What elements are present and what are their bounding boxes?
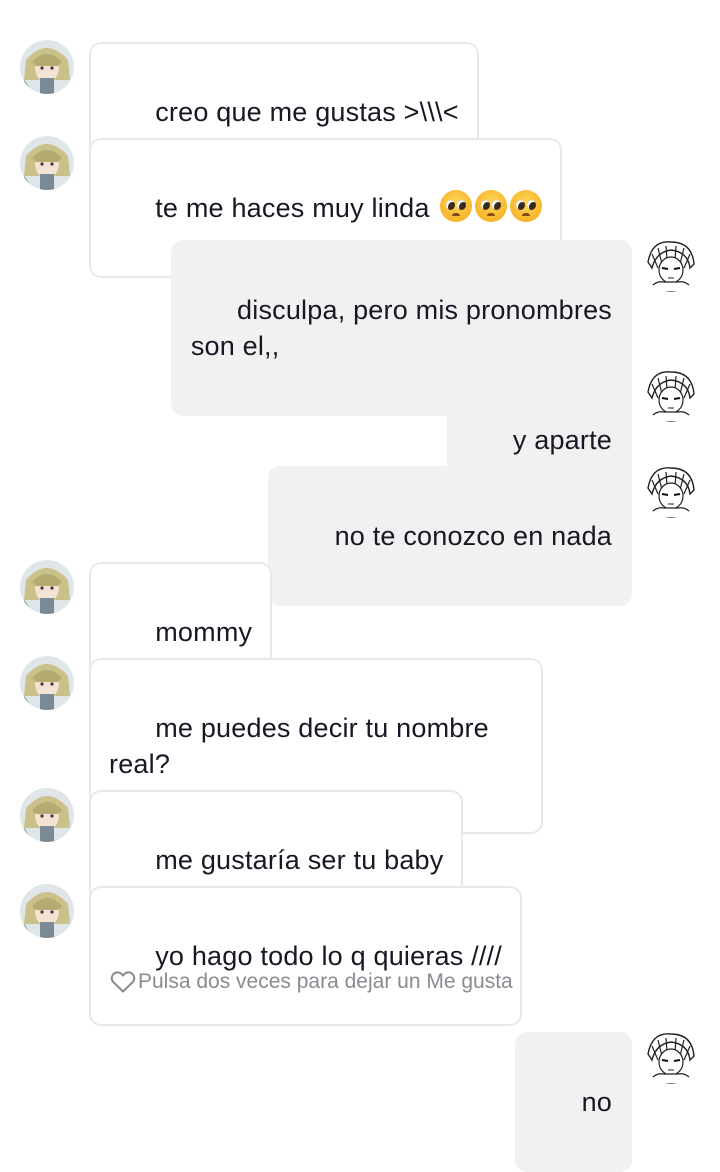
pleading-face-emoji-icon <box>440 190 473 222</box>
sender-avatar[interactable] <box>20 40 74 94</box>
anime-character-avatar-icon <box>20 136 74 190</box>
anime-character-avatar-icon <box>20 788 74 842</box>
anime-character-avatar-icon <box>20 40 74 94</box>
sender-avatar[interactable] <box>20 788 74 842</box>
own-avatar[interactable] <box>644 1030 698 1084</box>
message-text: te me haces muy linda <box>155 193 438 223</box>
message-text: y aparte <box>512 425 612 455</box>
sender-avatar[interactable] <box>20 136 74 190</box>
message-text: me puedes decir tu nombre real? <box>109 713 489 779</box>
sender-avatar[interactable] <box>20 884 74 938</box>
anime-character-avatar-icon <box>20 656 74 710</box>
like-hint-text: Pulsa dos veces para dejar un Me gusta <box>138 970 513 993</box>
own-avatar[interactable] <box>644 368 698 422</box>
manga-character-avatar-icon <box>644 464 698 518</box>
own-avatar[interactable] <box>644 238 698 292</box>
message-bubble[interactable]: yo hago todo lo q quieras //// <box>89 886 522 1026</box>
manga-character-avatar-icon <box>644 368 698 422</box>
pleading-face-emoji-icon <box>510 190 543 222</box>
heart-outline-icon <box>110 971 136 993</box>
message-text: yo hago todo lo q quieras //// <box>155 941 502 971</box>
sender-avatar[interactable] <box>20 656 74 710</box>
anime-character-avatar-icon <box>20 560 74 614</box>
message-text: mommy <box>155 617 253 647</box>
message-bubble[interactable]: no te conozco en nada <box>268 466 632 606</box>
message-text: disculpa, pero mis pronombres son el,, <box>190 295 612 361</box>
manga-character-avatar-icon <box>644 238 698 292</box>
message-bubble[interactable]: no <box>515 1032 632 1172</box>
double-tap-like-hint: Pulsa dos veces para dejar un Me gusta <box>110 970 513 994</box>
sender-avatar[interactable] <box>20 560 74 614</box>
manga-character-avatar-icon <box>644 1030 698 1084</box>
message-text: no te conozco en nada <box>334 521 612 551</box>
own-avatar[interactable] <box>644 464 698 518</box>
pleading-face-emoji-icon <box>475 190 508 222</box>
message-text: no <box>581 1087 612 1117</box>
message-text: creo que me gustas >\\\< <box>155 97 459 127</box>
message-text: me gustaría ser tu baby <box>155 845 444 875</box>
anime-character-avatar-icon <box>20 884 74 938</box>
